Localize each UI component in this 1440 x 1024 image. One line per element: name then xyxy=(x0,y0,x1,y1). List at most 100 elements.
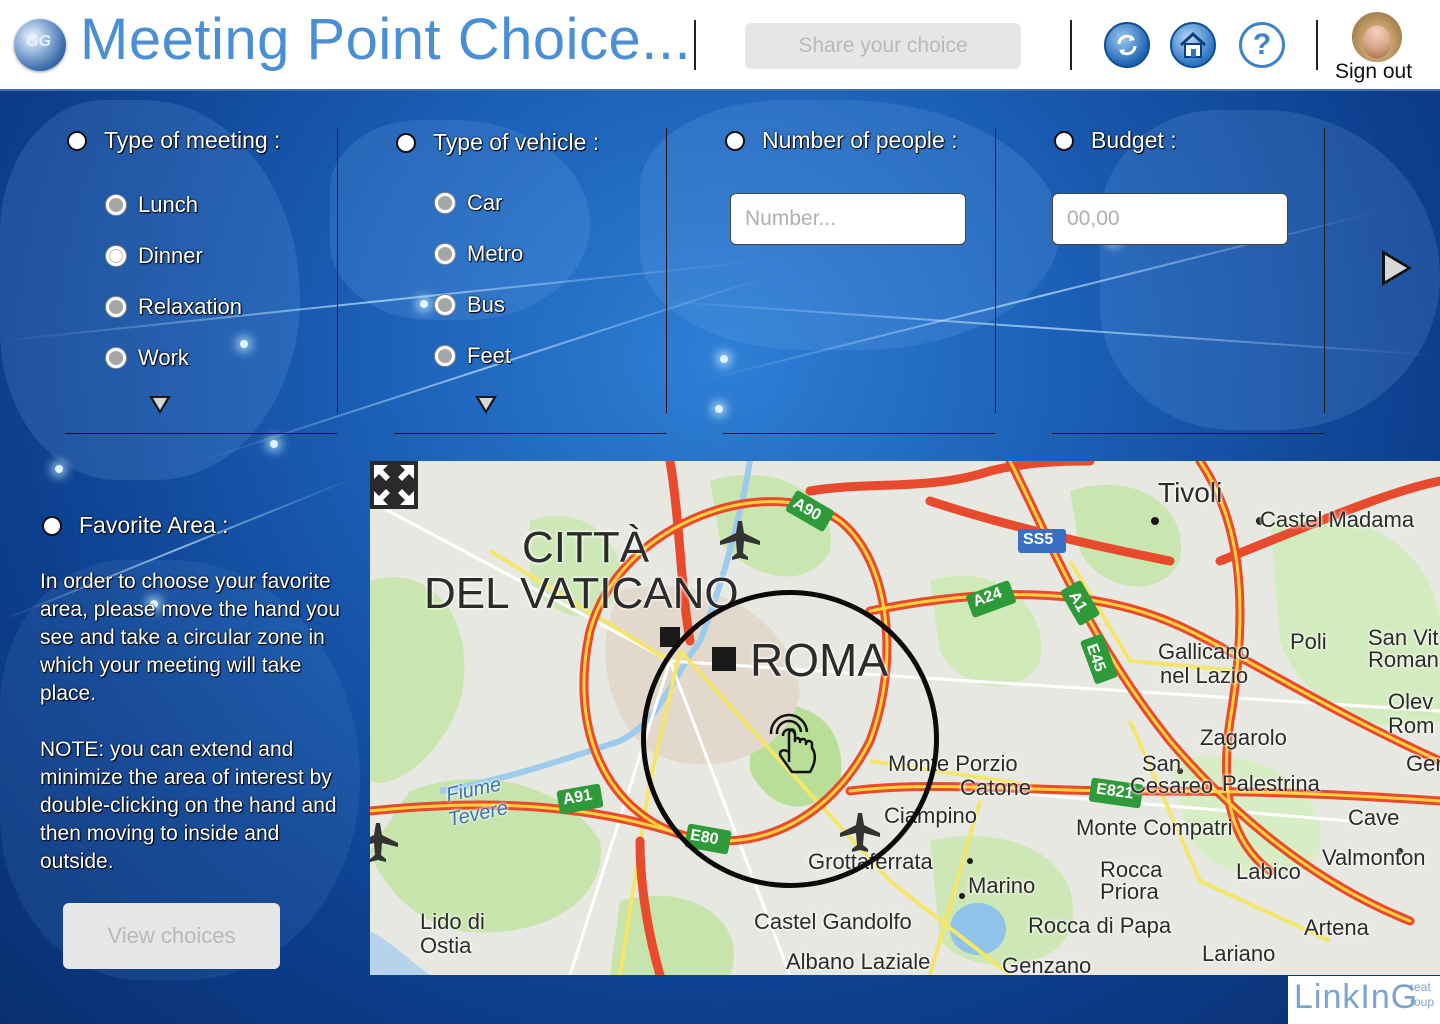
bg-continent xyxy=(0,100,300,480)
radio-button[interactable] xyxy=(434,294,456,316)
brand-sub-line: roup xyxy=(1410,995,1435,1009)
column-underline xyxy=(723,433,995,434)
bg-light-node xyxy=(240,340,248,348)
map-label-cave: Cave xyxy=(1348,805,1400,830)
avatar-hair xyxy=(1352,12,1402,62)
vehicle-filter-radio[interactable] xyxy=(396,133,416,153)
meeting-option-dinner[interactable]: Dinner xyxy=(105,243,203,269)
map-label-lido: Lido di xyxy=(420,909,485,934)
map-label-labico: Labico xyxy=(1236,859,1301,884)
radio-button[interactable] xyxy=(434,192,456,214)
header-divider xyxy=(1070,20,1072,70)
home-icon[interactable] xyxy=(1170,22,1216,68)
radio-button[interactable] xyxy=(434,345,456,367)
map-label-tivoli: Tivoli xyxy=(1158,477,1223,508)
vehicle-more-arrow-icon[interactable] xyxy=(475,396,497,414)
column-underline xyxy=(65,433,337,434)
touch-hand-icon[interactable] xyxy=(760,704,822,776)
globe-logo-icon: GG xyxy=(14,19,66,71)
column-divider xyxy=(666,128,667,413)
option-label: Bus xyxy=(467,292,505,317)
favorite-area-label: Favorite Area : xyxy=(79,512,229,538)
expand-arrows-icon xyxy=(374,465,414,505)
option-label: Relaxation xyxy=(138,294,242,319)
option-label: Metro xyxy=(467,241,524,266)
budget-input[interactable] xyxy=(1052,193,1288,245)
map-label-castel-gandolfo: Castel Gandolfo xyxy=(754,909,912,934)
column-underline xyxy=(1052,433,1324,434)
radio-button[interactable] xyxy=(105,347,127,369)
meeting-filter-radio[interactable] xyxy=(67,131,87,151)
people-filter-label: Number of people : xyxy=(762,127,958,153)
radio-button[interactable] xyxy=(434,243,456,265)
option-label: Feet xyxy=(467,343,512,368)
map-label-gallicano: Gallicano xyxy=(1158,639,1250,664)
vehicle-filter-label: Type of vehicle : xyxy=(433,129,600,155)
user-avatar[interactable] xyxy=(1352,12,1402,62)
map-label-valmontone: Valmonton xyxy=(1322,845,1426,870)
option-label: Lunch xyxy=(138,192,198,217)
house-icon xyxy=(1179,31,1207,58)
map-label-poli: Poli xyxy=(1290,629,1327,654)
radio-button[interactable] xyxy=(105,194,127,216)
meeting-option-work[interactable]: Work xyxy=(105,345,189,371)
brand-subtitle: reat roup xyxy=(1410,980,1434,1010)
map-label-catone: Catone xyxy=(960,775,1031,800)
map-label-marino: Marino xyxy=(968,873,1036,898)
map-label-olevano-romano: Rom xyxy=(1388,713,1435,738)
instructions-text: In order to choose your favorite area, p… xyxy=(40,570,341,705)
meeting-more-arrow-icon[interactable] xyxy=(149,396,171,414)
map-label-priora: Priora xyxy=(1100,879,1159,904)
meeting-filter-label: Type of meeting : xyxy=(104,127,281,153)
fullscreen-toggle-button[interactable] xyxy=(370,461,418,509)
map-label-palestrina: Palestrina xyxy=(1222,771,1320,796)
map-label-citta: CITTÀ xyxy=(522,523,650,572)
view-choices-button[interactable]: View choices xyxy=(63,903,280,969)
app-title: Meeting Point Choice... xyxy=(80,7,692,72)
share-choice-button[interactable]: Share your choice xyxy=(745,23,1021,69)
logo-text: GG xyxy=(26,33,51,50)
vehicle-option-bus[interactable]: Bus xyxy=(434,292,505,318)
map-label-monte-compatri: Monte Compatri xyxy=(1076,815,1233,840)
map-label-artena: Artena xyxy=(1304,915,1369,940)
column-divider xyxy=(337,128,338,413)
column-underline xyxy=(394,433,666,434)
road-shield-ss5: SS5 xyxy=(1023,531,1054,548)
map-label-vaticano: DEL VATICANO xyxy=(424,569,739,618)
radio-button[interactable] xyxy=(105,245,127,267)
bg-light-node xyxy=(270,440,278,448)
map-label-ostia: Ostia xyxy=(420,933,472,958)
column-divider xyxy=(1324,128,1325,413)
vehicle-option-feet[interactable]: Feet xyxy=(434,343,511,369)
bg-light-node xyxy=(715,405,723,413)
brand-sub-line: reat xyxy=(1410,980,1431,994)
sync-arrows-icon xyxy=(1117,34,1137,56)
meeting-option-relaxation[interactable]: Relaxation xyxy=(105,294,242,320)
area-map[interactable]: A90 SS5 A24 A1 E45 A91 E80 E821 CITTÀ DE… xyxy=(370,461,1440,975)
option-label: Work xyxy=(138,345,189,370)
map-label-albano: Albano Laziale xyxy=(786,949,931,974)
people-number-input[interactable] xyxy=(730,193,966,245)
header-divider xyxy=(694,20,696,70)
favorite-area-radio[interactable] xyxy=(42,516,62,536)
bg-light-node xyxy=(420,300,428,308)
vehicle-option-metro[interactable]: Metro xyxy=(434,241,523,267)
option-label: Dinner xyxy=(138,243,203,268)
brand-name: LinkInG xyxy=(1294,978,1419,1016)
meeting-option-lunch[interactable]: Lunch xyxy=(105,192,198,218)
map-label-cesareo: Cesareo xyxy=(1130,773,1214,798)
vehicle-option-car[interactable]: Car xyxy=(434,190,502,216)
favorite-area-instructions: In order to choose your favorite area, p… xyxy=(40,568,355,904)
bg-light-node xyxy=(720,355,728,363)
sign-out-link[interactable]: Sign out xyxy=(1335,60,1412,84)
help-icon[interactable]: ? xyxy=(1239,22,1285,68)
radio-button[interactable] xyxy=(105,296,127,318)
next-filters-arrow-icon[interactable] xyxy=(1382,250,1412,286)
people-filter-radio[interactable] xyxy=(725,131,745,151)
budget-filter-radio[interactable] xyxy=(1054,131,1074,151)
header-divider xyxy=(1316,20,1318,70)
sync-icon[interactable] xyxy=(1104,22,1150,68)
budget-filter-label: Budget : xyxy=(1091,127,1177,153)
map-label-romano: Roman xyxy=(1368,647,1439,672)
map-label-rocca-di-papa: Rocca di Papa xyxy=(1028,913,1172,938)
